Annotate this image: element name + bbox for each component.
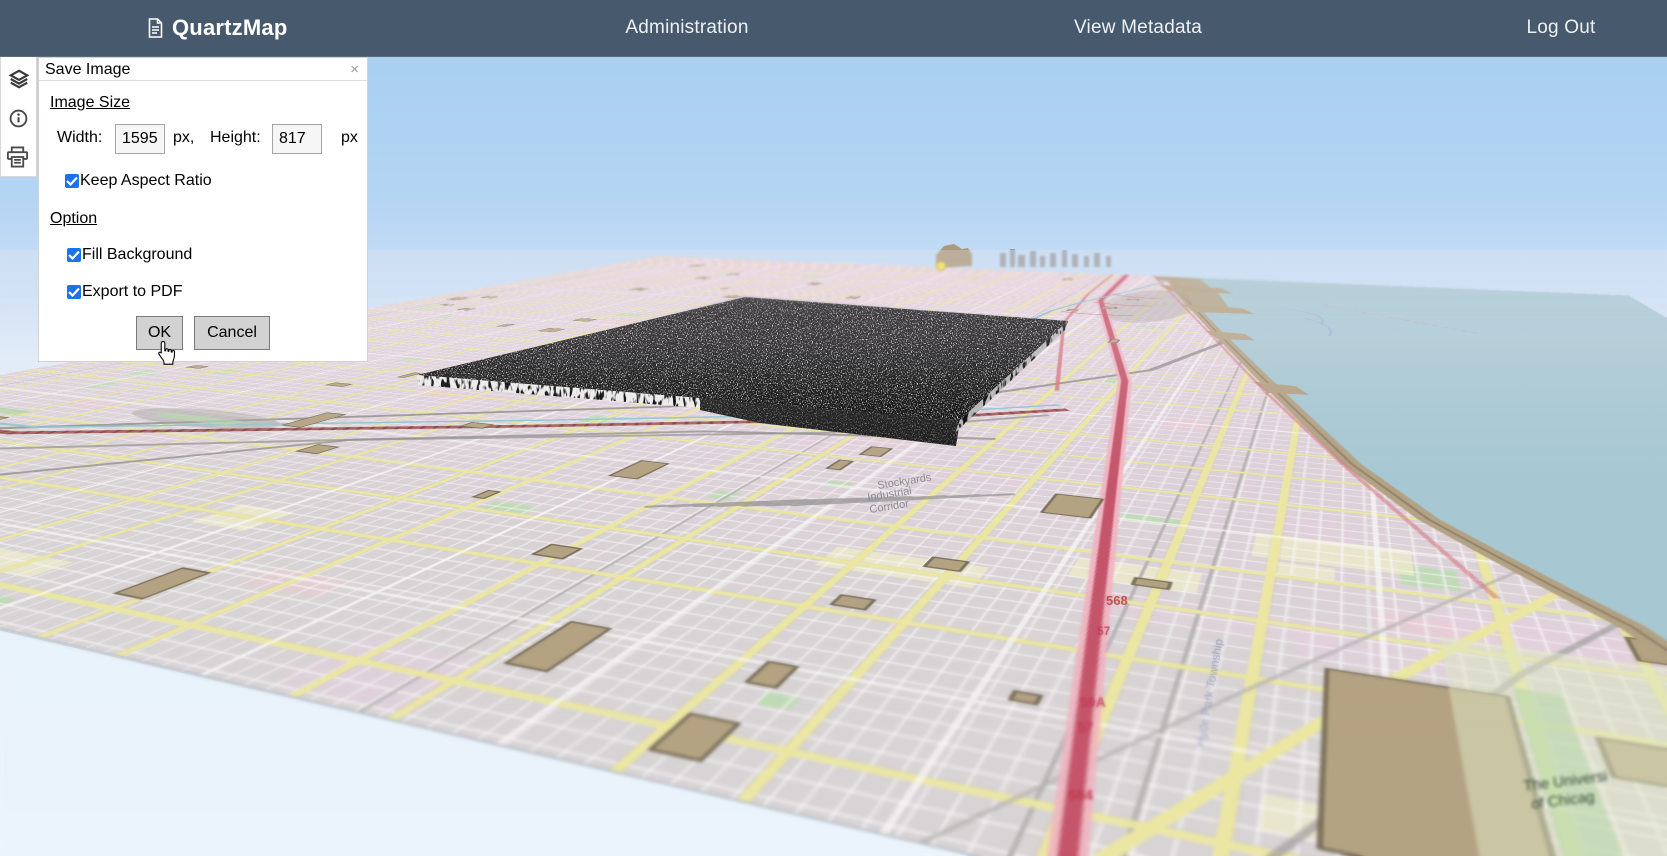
svg-text:57: 57 bbox=[1097, 624, 1111, 638]
svg-text:59A: 59A bbox=[1080, 694, 1106, 710]
svg-text:584: 584 bbox=[1068, 787, 1094, 804]
svg-text:568: 568 bbox=[1106, 593, 1128, 608]
svg-text:57: 57 bbox=[1078, 719, 1094, 735]
svg-text:Hyde Park Township: Hyde Park Township bbox=[1193, 637, 1226, 747]
